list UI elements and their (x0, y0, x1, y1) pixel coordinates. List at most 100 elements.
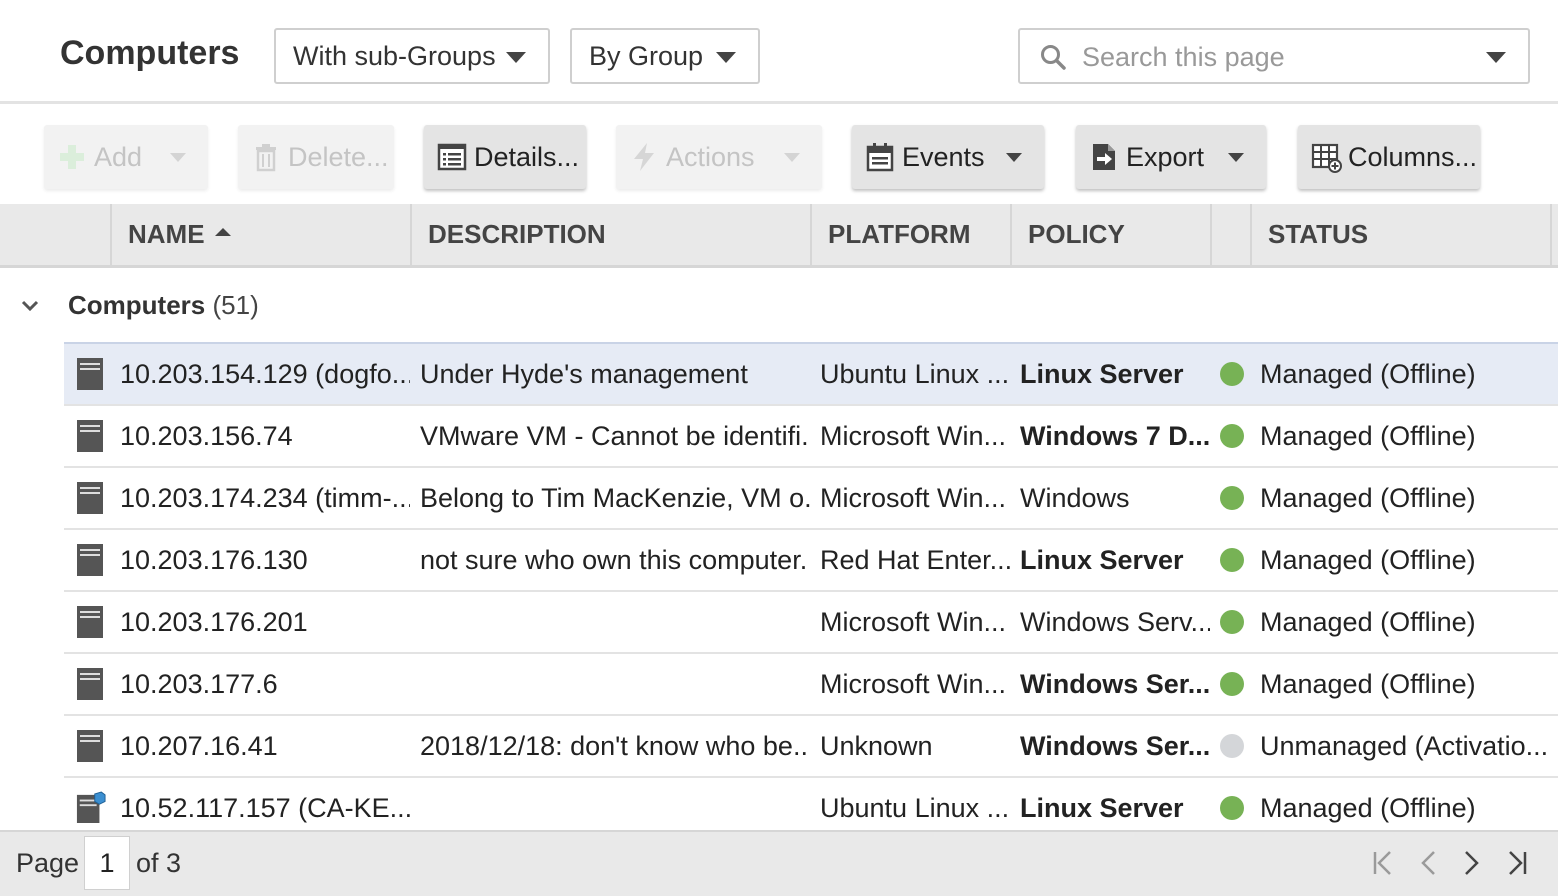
computer-platform: Ubuntu Linux ... (820, 358, 1010, 389)
last-page-icon[interactable] (1502, 848, 1532, 878)
table-row[interactable]: 10.203.177.6 Microsoft Win... Windows Ser.… (64, 652, 1558, 714)
caret-down-icon (784, 153, 800, 162)
details-button[interactable]: Details... (424, 125, 586, 189)
status-indicator-icon (1220, 468, 1246, 528)
server-icon (76, 654, 106, 714)
add-button[interactable]: Add (44, 125, 208, 189)
column-header-platform[interactable]: PLATFORM (810, 204, 1010, 265)
computer-policy: Linux Server (1020, 792, 1184, 823)
column-header-status-label: STATUS (1268, 219, 1369, 249)
computer-name: 10.203.176.201 (120, 606, 308, 637)
table-row[interactable]: 10.203.154.129 (dogfo... Under Hyde's man… (64, 342, 1558, 404)
computer-status: Managed (Offline) (1260, 420, 1476, 451)
group-name: Computers (68, 290, 206, 320)
computer-status: Unmanaged (Activatio... (1260, 730, 1549, 761)
delete-button[interactable]: Delete... (238, 125, 394, 189)
computer-platform: Microsoft Win... (820, 606, 1007, 637)
table-row[interactable]: 10.203.176.130 not sure who own this comp… (64, 528, 1558, 590)
caret-down-icon (716, 52, 736, 63)
column-header-filler (1550, 204, 1558, 265)
computer-policy: Windows Ser... (1020, 730, 1210, 761)
computer-platform: Unknown (820, 730, 933, 761)
status-indicator-icon (1220, 344, 1246, 404)
search-options-caret-icon[interactable] (1486, 52, 1506, 63)
column-header-platform-label: PLATFORM (828, 219, 971, 249)
subgroups-dropdown[interactable]: With sub-Groups (274, 28, 550, 84)
computer-status: Managed (Offline) (1260, 358, 1476, 389)
caret-down-icon (1006, 153, 1022, 162)
page-header: Computers With sub-Groups By Group (0, 0, 1558, 104)
computer-description: Belong to Tim MacKenzie, VM o... (420, 482, 810, 513)
table-row[interactable]: 10.52.117.157 (CA-KE... Ubuntu Linux ... L… (64, 776, 1558, 838)
column-header-icon (0, 204, 110, 265)
next-page-icon[interactable] (1456, 848, 1486, 878)
table-row[interactable]: 10.203.174.234 (timm-... Belong to Tim Ma… (64, 466, 1558, 528)
calendar-icon (866, 143, 894, 172)
status-indicator-icon (1220, 592, 1246, 652)
events-button-label: Events (902, 141, 985, 172)
page-count-label: of 3 (136, 848, 182, 878)
column-header-name[interactable]: NAME (110, 204, 410, 265)
computer-name: 10.203.177.6 (120, 668, 278, 699)
details-list-icon (437, 143, 467, 171)
group-row[interactable]: Computers (51) (0, 270, 1558, 342)
column-header-status-icon (1210, 204, 1250, 265)
previous-page-icon[interactable] (1414, 848, 1444, 878)
server-icon (76, 406, 106, 466)
computer-policy: Windows 7 D... (1020, 420, 1210, 451)
export-button[interactable]: Export (1076, 125, 1266, 189)
events-button[interactable]: Events (852, 125, 1044, 189)
chevron-down-icon[interactable] (20, 296, 40, 316)
column-header-description[interactable]: DESCRIPTION (410, 204, 810, 265)
computer-policy: Windows (1020, 482, 1130, 513)
group-count: (51) (212, 290, 259, 320)
computer-platform: Microsoft Win... (820, 668, 1007, 699)
computer-name: 10.207.16.41 (120, 730, 278, 761)
first-page-icon[interactable] (1368, 848, 1398, 878)
computer-description (420, 654, 810, 714)
columns-button[interactable]: Columns... (1298, 125, 1480, 189)
status-indicator-icon (1220, 654, 1246, 714)
columns-grid-icon (1311, 143, 1342, 173)
caret-down-icon (170, 153, 186, 162)
computer-status: Managed (Offline) (1260, 668, 1476, 699)
search-input[interactable] (1082, 38, 1472, 76)
column-header-policy[interactable]: POLICY (1010, 204, 1210, 265)
search-box[interactable] (1018, 28, 1530, 84)
computer-description (420, 592, 810, 652)
search-icon (1041, 45, 1066, 70)
columns-button-label: Columns... (1348, 141, 1478, 172)
grouping-dropdown[interactable]: By Group (570, 28, 760, 84)
table-row[interactable]: 10.203.156.74 VMware VM - Cannot be ident… (64, 404, 1558, 466)
computer-status: Managed (Offline) (1260, 792, 1476, 823)
details-button-label: Details... (474, 141, 580, 172)
status-indicator-icon (1220, 530, 1246, 590)
computer-description: 2018/12/18: don't know who be... (420, 730, 810, 761)
column-header-status[interactable]: STATUS (1250, 204, 1550, 265)
group-label: Computers (51) (68, 290, 259, 321)
delete-button-label: Delete... (288, 141, 389, 172)
page-title: Computers (60, 34, 240, 72)
computer-status: Managed (Offline) (1260, 482, 1476, 513)
actions-button-label: Actions (666, 141, 755, 172)
server-icon (76, 344, 106, 404)
table-row[interactable]: 10.207.16.41 2018/12/18: don't know who b… (64, 714, 1558, 776)
status-indicator-icon (1220, 406, 1246, 466)
computer-description: not sure who own this computer. (420, 544, 808, 575)
column-header-name-label: NAME (128, 219, 205, 249)
toolbar: Add Delete... Details... Actions Events … (0, 107, 1558, 204)
computer-policy: Windows Ser... (1020, 668, 1210, 699)
status-indicator-icon (1220, 716, 1246, 776)
computer-policy: Windows Serv... (1020, 606, 1210, 637)
computer-platform: Ubuntu Linux ... (820, 792, 1010, 823)
page-number-input[interactable] (84, 836, 130, 890)
export-icon (1093, 144, 1115, 170)
server-icon (76, 716, 106, 776)
server-icon (76, 530, 106, 590)
actions-button[interactable]: Actions (616, 125, 822, 189)
sort-ascending-icon (214, 227, 231, 236)
table-row[interactable]: 10.203.176.201 Microsoft Win... Windows Se… (64, 590, 1558, 652)
computer-platform: Microsoft Win... (820, 420, 1007, 451)
export-button-label: Export (1126, 141, 1205, 172)
grouping-dropdown-value: By Group (589, 40, 704, 71)
